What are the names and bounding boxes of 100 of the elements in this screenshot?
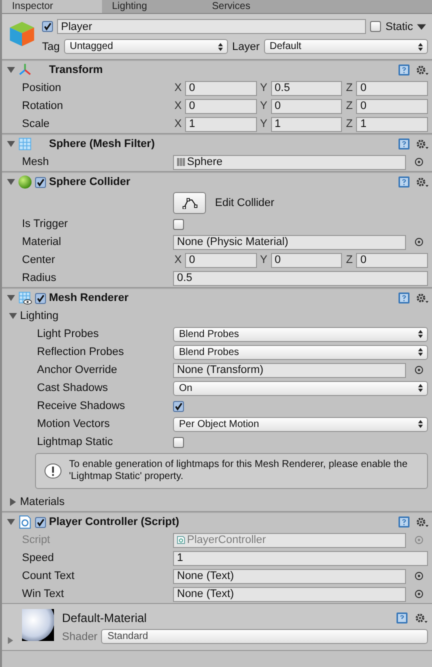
foldout-toggle[interactable]: Lighting	[9, 310, 59, 322]
object-field[interactable]: None (Text)	[173, 568, 406, 584]
object-field[interactable]: None (Physic Material)	[173, 234, 406, 250]
property-label: Cast Shadows	[37, 382, 109, 394]
shader-dropdown[interactable]: Standard	[101, 629, 428, 644]
sphere-icon	[18, 175, 32, 189]
number-field[interactable]: 1	[356, 116, 428, 132]
property-checkbox[interactable]	[173, 218, 184, 230]
layer-dropdown[interactable]: Default	[264, 39, 428, 54]
property-label: Mesh	[22, 156, 50, 168]
shader-label: Shader	[62, 630, 98, 642]
tag-dropdown[interactable]: Untagged	[64, 39, 228, 54]
number-field[interactable]: 0	[356, 98, 428, 114]
foldout-arrow-icon[interactable]	[7, 518, 15, 526]
button-caption: Edit Collider	[215, 197, 274, 209]
property-label: Lightmap Static	[37, 436, 114, 448]
component-title: Transform	[49, 64, 104, 76]
panel-tab[interactable]: Inspector	[2, 0, 102, 13]
object-picker-icon[interactable]	[414, 365, 424, 375]
dropdown-arrow-icon[interactable]	[417, 24, 426, 30]
enabled-checkbox[interactable]	[35, 516, 46, 528]
enabled-checkbox[interactable]	[35, 292, 46, 304]
property-dropdown[interactable]: Blend Probes	[173, 326, 428, 342]
property-checkbox[interactable]	[173, 400, 184, 412]
settings-icon[interactable]	[415, 292, 429, 304]
settings-icon[interactable]	[415, 176, 429, 188]
axis-label: X	[173, 118, 183, 130]
settings-icon[interactable]	[415, 516, 429, 528]
panel-tab[interactable]: Services	[202, 0, 302, 13]
axis-label: Y	[259, 118, 268, 130]
property-dropdown[interactable]: On	[173, 380, 428, 396]
property-dropdown[interactable]: Blend Probes	[173, 344, 428, 360]
settings-icon[interactable]	[414, 612, 428, 624]
enabled-checkbox[interactable]	[35, 176, 46, 188]
property-dropdown[interactable]: Per Object Motion	[173, 416, 428, 432]
axis-label: Z	[344, 82, 354, 94]
foldout-arrow-icon[interactable]	[7, 294, 15, 302]
foldout-arrow-icon[interactable]	[7, 637, 14, 644]
number-field[interactable]: 0.5	[270, 80, 342, 96]
component-title: Sphere Collider	[49, 176, 132, 188]
grid-icon	[18, 137, 32, 151]
script-file-icon	[177, 536, 185, 544]
info-text: To enable generation of lightmaps for this Mesh Renderer, please enable the 'Lightmap Static' property.	[69, 459, 409, 483]
layer-label: Layer	[232, 40, 260, 52]
number-field[interactable]: 0	[356, 252, 428, 268]
settings-icon[interactable]	[415, 64, 429, 76]
component-title: Sphere (Mesh Filter)	[49, 138, 156, 150]
property-label: Anchor Override	[37, 364, 118, 376]
object-field[interactable]: Sphere	[173, 154, 406, 170]
property-checkbox[interactable]	[173, 436, 184, 448]
panel-tab[interactable]: Lighting	[102, 0, 202, 13]
number-field[interactable]: 0	[270, 98, 342, 114]
foldout-arrow-icon[interactable]	[7, 178, 15, 186]
number-field[interactable]: 0	[185, 252, 257, 268]
static-checkbox[interactable]	[370, 21, 382, 32]
help-book-icon[interactable]	[398, 138, 410, 150]
name-field[interactable]: Player	[57, 19, 366, 34]
property-label: Center	[22, 254, 56, 266]
foldout-toggle[interactable]: Materials	[9, 496, 65, 508]
axes-icon	[18, 63, 32, 77]
active-checkbox[interactable]	[42, 21, 53, 32]
number-field[interactable]: 0	[185, 98, 257, 114]
number-field[interactable]: 0.5	[173, 270, 428, 286]
number-field[interactable]: 0	[270, 252, 342, 268]
help-book-icon[interactable]	[398, 516, 410, 528]
foldout-arrow-icon[interactable]	[7, 140, 15, 148]
mesh-eye-icon	[18, 291, 32, 305]
property-label: Light Probes	[37, 328, 100, 340]
property-label: Win Text	[22, 588, 65, 600]
property-label: Reflection Probes	[37, 346, 125, 358]
up-down-arrows-icon	[418, 42, 423, 50]
property-label: Motion Vectors	[37, 418, 111, 430]
foldout-arrow-icon	[9, 312, 17, 320]
property-label: Position	[22, 82, 62, 94]
component-title: Mesh Renderer	[49, 292, 130, 304]
help-book-icon[interactable]	[396, 612, 408, 624]
settings-icon[interactable]	[415, 138, 429, 150]
mesh-icon	[177, 158, 185, 166]
property-label: Rotation	[22, 100, 64, 112]
up-down-arrows-icon	[418, 348, 423, 356]
number-field[interactable]: 0	[356, 80, 428, 96]
object-field[interactable]: None (Text)	[173, 586, 406, 602]
object-field[interactable]: None (Transform)	[173, 362, 406, 378]
property-label: Receive Shadows	[37, 400, 126, 412]
property-label: Radius	[22, 272, 58, 284]
number-field[interactable]: 1	[185, 116, 257, 132]
help-book-icon[interactable]	[398, 64, 410, 76]
foldout-arrow-icon[interactable]	[7, 66, 15, 74]
object-picker-icon[interactable]	[414, 237, 424, 247]
help-book-icon[interactable]	[398, 292, 410, 304]
number-field[interactable]: 1	[270, 116, 342, 132]
property-label: Is Trigger	[22, 218, 69, 230]
axis-label: Y	[259, 82, 268, 94]
help-book-icon[interactable]	[398, 176, 410, 188]
edit-collider-button[interactable]	[173, 192, 206, 214]
number-field[interactable]: 0	[185, 80, 257, 96]
object-picker-icon[interactable]	[414, 157, 424, 167]
component-title: Player Controller (Script)	[49, 516, 180, 528]
foldout-arrow-icon	[9, 498, 17, 506]
number-field[interactable]: 1	[173, 550, 428, 566]
